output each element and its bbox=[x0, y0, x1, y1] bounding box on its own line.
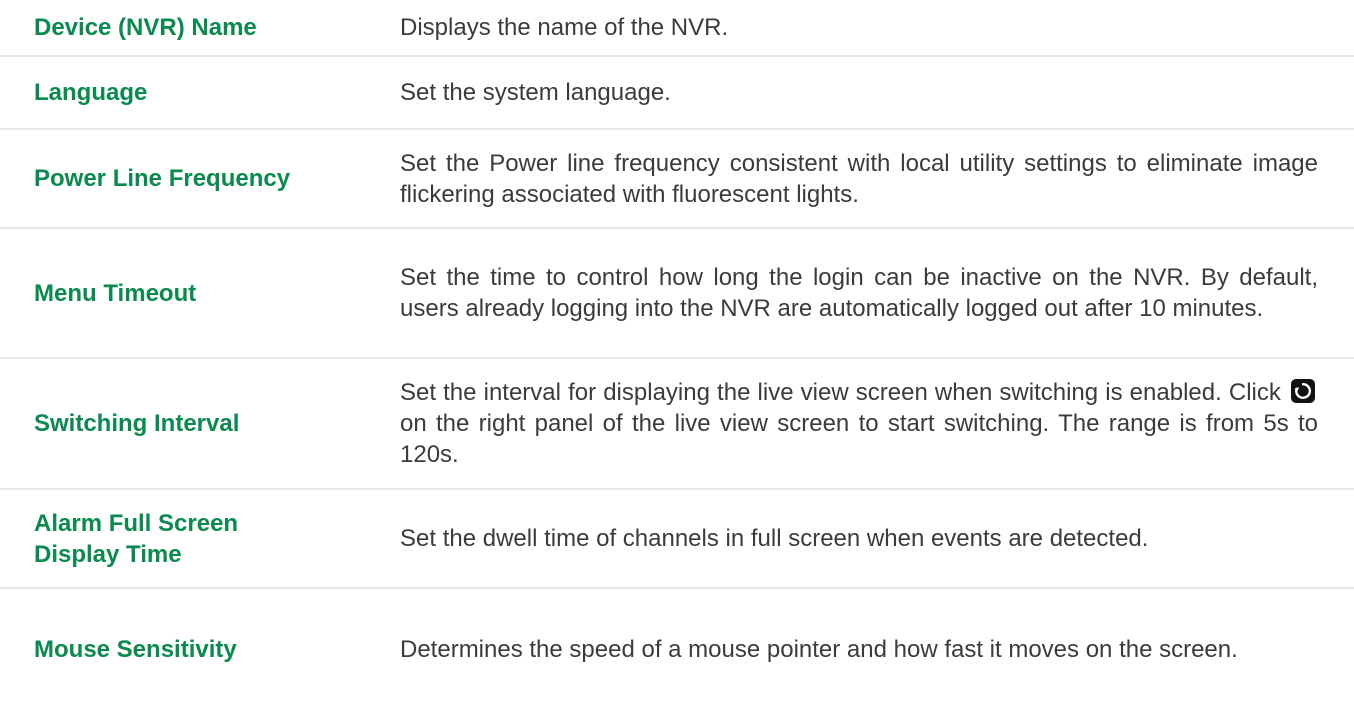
settings-description-table: Device (NVR) Name Displays the name of t… bbox=[0, 0, 1354, 710]
row-term: Menu Timeout bbox=[34, 279, 197, 307]
table-row: Language Set the system language. bbox=[0, 57, 1354, 130]
table-row: Power Line Frequency Set the Power line … bbox=[0, 130, 1354, 229]
row-term-line: Alarm Full Screen bbox=[34, 509, 239, 537]
switching-refresh-icon bbox=[1291, 379, 1315, 403]
row-term-line: Display Time bbox=[34, 540, 182, 568]
row-term: Language bbox=[34, 79, 148, 106]
table-row: Mouse Sensitivity Determines the speed o… bbox=[0, 589, 1354, 710]
row-description: Set the interval for displaying the live… bbox=[370, 377, 1318, 470]
table-row: Menu Timeout Set the time to control how… bbox=[0, 229, 1354, 359]
row-term: Device (NVR) Name bbox=[34, 14, 257, 41]
row-description: Determines the speed of a mouse pointer … bbox=[400, 636, 1238, 663]
row-description: Set the dwell time of channels in full s… bbox=[400, 525, 1149, 552]
description-text-before-icon: Set the interval for displaying the live… bbox=[400, 379, 1281, 406]
row-description: Set the time to control how long the log… bbox=[400, 264, 1318, 322]
table-row: Device (NVR) Name Displays the name of t… bbox=[0, 0, 1354, 57]
row-term: Alarm Full Screen Display Time bbox=[0, 508, 370, 570]
row-term: Mouse Sensitivity bbox=[34, 636, 237, 663]
row-term: Power Line Frequency bbox=[34, 165, 291, 192]
row-description: Displays the name of the NVR. bbox=[400, 14, 729, 41]
row-description: Set the Power line frequency consistent … bbox=[400, 149, 1318, 208]
row-description: Set the system language. bbox=[400, 79, 671, 106]
table-row: Switching Interval Set the interval for … bbox=[0, 359, 1354, 490]
row-term: Switching Interval bbox=[34, 410, 240, 437]
description-text-after-icon: on the right panel of the live view scre… bbox=[400, 410, 1318, 468]
table-row: Alarm Full Screen Display Time Set the d… bbox=[0, 490, 1354, 589]
